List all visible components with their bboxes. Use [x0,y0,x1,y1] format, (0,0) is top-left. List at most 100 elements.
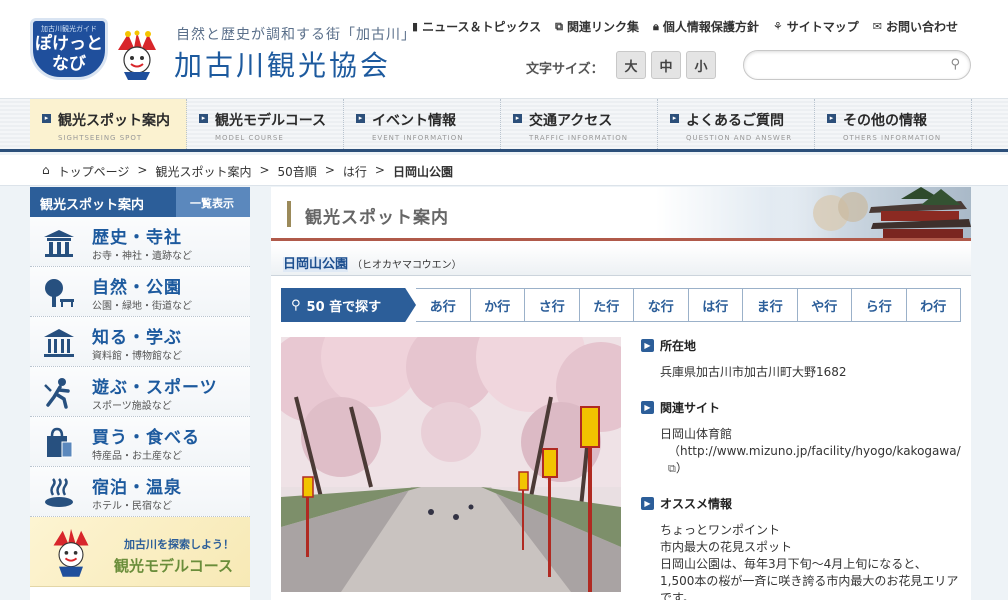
arrow-bullet-icon: ▸ [827,114,836,123]
nav-item-sightseeing[interactable]: ▸ 観光スポット案内 SIGHTSEEING SPOT [30,99,187,149]
arrow-bullet-icon: ▸ [356,114,365,123]
info-address: ▶ 所在地 兵庫県加古川市加古川町大野1682 [641,337,971,381]
sidebar-item-sub: 特産品・お土産など [92,451,182,462]
sidebar-item-label: 自然・公園 [92,278,182,298]
recommend-line: 1,500本の桜が一斉に咲き誇る市内最大のお花見エリア [660,574,959,588]
info-heading: ▶ 所在地 [641,337,971,354]
sidebar-item-history[interactable]: 歴史・寺社 お寺・神社・遺跡など [30,217,250,267]
info-recommend: ▶ オススメ情報 ちょっとワンポイント 市内最大の花見スポット 日岡山公園は、毎… [641,495,971,600]
breadcrumb-separator: > [137,163,148,177]
sidebar-item-sub: お寺・神社・遺跡など [92,251,192,262]
kana-row-ha[interactable]: は行 [688,288,743,322]
nav-label: 観光モデルコース [215,113,327,129]
kana-row-sa[interactable]: さ行 [525,288,580,322]
util-link-contact[interactable]: ✉ お問い合わせ [873,18,958,35]
document-icon: ▮ [412,20,419,33]
arrow-bullet-icon: ▸ [670,114,679,123]
info-heading: ▶ 関連サイト [641,399,971,416]
util-link-label: 個人情報保護方針 [662,20,759,34]
list-all-button[interactable]: 一覧表示 [176,187,250,217]
breadcrumb-item-current: 日岡山公園 [392,165,453,179]
recommend-line: 市内最大の花見スポット [660,540,793,554]
sidebar-item-sub: スポーツ施設など [92,401,172,412]
sidebar-item-label: 遊ぶ・スポーツ [92,378,218,398]
model-course-banner[interactable]: 加古川を探索しよう！ 観光モデルコース [30,517,250,587]
recommend-line: ちょっとワンポイント [660,523,781,537]
nav-item-faq[interactable]: ▸ よくあるご質問 QUESTION AND ANSWER [658,99,815,149]
kana-row-ka[interactable]: か行 [470,288,525,322]
sidebar-item-sub: ホテル・民宿など [92,501,172,512]
util-link-related[interactable]: ⧉ 関連リンク集 [555,18,639,35]
sidebar-item-label: 歴史・寺社 [92,228,182,248]
site-logo[interactable]: 加古川観光ガイド ぽけっと なび [30,18,108,80]
sidebar-item-sports[interactable]: 遊ぶ・スポーツ スポーツ施設など [30,367,250,417]
spot-header: 日岡山公園 （ヒオカヤマコウエン） [271,245,971,276]
font-size-medium-button[interactable]: 中 [651,51,681,79]
kana-row-ya[interactable]: や行 [797,288,852,322]
main-content: 観光スポット案内 日岡山公園 （ヒオカヤマコウエン） ⚲ 50 音で探す あ行 … [271,187,971,600]
site-tagline: 自然と歴史が調和する街「加古川」 [176,27,416,43]
breadcrumb-item-gojuon[interactable]: 50音順 [278,163,317,185]
related-site-body: 日岡山体育館 （http://www.mizuno.jp/facility/hy… [660,426,971,477]
global-nav: ▸ 観光スポット案内 SIGHTSEEING SPOT ▸ 観光モデルコース M… [0,98,1008,152]
info-heading: ▶ オススメ情報 [641,495,971,512]
font-size-small-button[interactable]: 小 [686,51,716,79]
kana-row-ma[interactable]: ま行 [743,288,798,322]
page-title: 観光スポット案内 [305,208,449,228]
logo-main-text-2: なび [52,54,86,74]
title-accent-bar [287,201,291,227]
util-link-label: 関連リンク集 [566,20,639,34]
search-input[interactable] [756,51,946,79]
sidebar-item-nature[interactable]: 自然・公園 公園・緑地・街道など [30,267,250,317]
breadcrumb-item-sightseeing[interactable]: 観光スポット案内 [155,163,251,185]
nav-item-others[interactable]: ▸ その他の情報 OTHERS INFORMATION [815,99,972,149]
sidebar: 観光スポット案内 一覧表示 歴史・寺社 お寺・神社・遺跡など 自然・公園 公園・… [30,187,250,600]
util-link-label: お問い合わせ [885,20,958,34]
arrow-bullet-icon: ▸ [513,114,522,123]
cherry-blossom-photo [281,337,621,592]
spot-name: 日岡山公園 [283,257,349,272]
sidebar-item-label: 宿泊・温泉 [92,478,182,498]
related-site-url[interactable]: （http://www.mizuno.jp/facility/hyogo/kak… [668,444,961,458]
nav-item-model-course[interactable]: ▸ 観光モデルコース MODEL COURSE [187,99,344,149]
sidebar-item-sub: 資料館・博物館など [92,351,182,362]
jester-mascot-icon [53,528,89,577]
related-site-link[interactable]: （http://www.mizuno.jp/facility/hyogo/kak… [668,443,971,477]
recommend-line: 日岡山公園は、毎年3月下旬～4月上旬になると、 [660,557,927,571]
nav-label: 観光スポット案内 [58,113,170,129]
arrow-bullet-icon: ▸ [42,114,51,123]
util-link-sitemap[interactable]: ⚘ サイトマップ [773,18,859,35]
arrow-right-icon: ▶ [641,497,654,510]
kana-search-text: 50 音で探す [306,299,382,315]
nav-sub-label: TRAFFIC INFORMATION [529,134,628,142]
search-icon[interactable]: ⚲ [950,57,960,72]
util-link-label: ニュース＆トピックス [422,20,542,34]
breadcrumb-item-top[interactable]: トップページ [58,163,130,185]
address-value: 兵庫県加古川市加古川町大野1682 [660,365,847,379]
lock-icon: 🔒︎ [652,19,659,33]
kana-row-ta[interactable]: た行 [579,288,634,322]
nav-item-access[interactable]: ▸ 交通アクセス TRAFFIC INFORMATION [501,99,658,149]
nav-item-events[interactable]: ▸ イベント情報 EVENT INFORMATION [344,99,501,149]
kana-row-ra[interactable]: ら行 [852,288,907,322]
museum-icon [44,329,74,357]
sidebar-item-learn[interactable]: 知る・学ぶ 資料館・博物館など [30,317,250,367]
home-icon: ⌂ [42,163,50,177]
font-size-large-button[interactable]: 大 [616,51,646,79]
utility-links: ▮ ニュース＆トピックス ⧉ 関連リンク集 🔒︎ 個人情報保護方針 ⚘ サイトマ… [412,18,958,35]
util-link-news[interactable]: ▮ ニュース＆トピックス [412,18,541,35]
sidebar-item-shopping[interactable]: 買う・食べる 特産品・お土産など [30,417,250,467]
sidebar-header: 観光スポット案内 一覧表示 [30,187,250,217]
nav-label: よくあるご質問 [686,113,784,129]
kana-search-label: ⚲ 50 音で探す [281,288,416,322]
sidebar-item-stay[interactable]: 宿泊・温泉 ホテル・民宿など [30,467,250,517]
breadcrumb-item-ha-row[interactable]: は行 [343,163,367,185]
kana-row-wa[interactable]: わ行 [906,288,961,322]
kana-row-a[interactable]: あ行 [416,288,471,322]
kana-row-na[interactable]: な行 [634,288,689,322]
util-link-privacy[interactable]: 🔒︎ 個人情報保護方針 [653,18,759,35]
shrine-icon [44,230,74,257]
util-link-label: サイトマップ [786,20,859,34]
site-title[interactable]: 加古川観光協会 [174,44,391,84]
recommend-line: です。 [660,591,695,600]
